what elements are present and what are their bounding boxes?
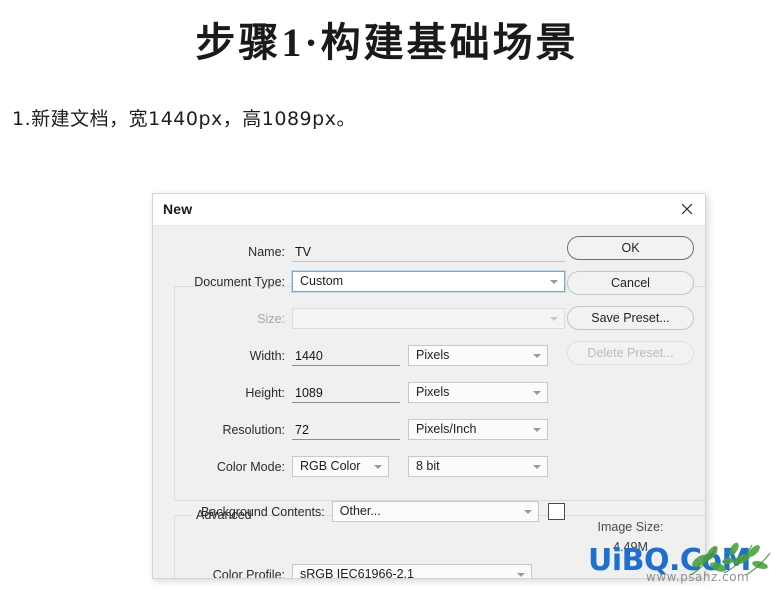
delete-preset-button: Delete Preset... [567,341,694,365]
cancel-button[interactable]: Cancel [567,271,694,295]
chevron-down-icon [533,427,541,432]
leaf-decoration-icon [689,542,771,576]
row-size: Size: [165,304,565,333]
row-color-mode: Color Mode: RGB Color 8 bit [165,452,565,481]
document-type-select[interactable]: Custom [292,271,565,292]
name-input[interactable]: TV [292,242,565,262]
color-depth-value: 8 bit [416,459,440,473]
row-resolution: Resolution: 72 Pixels/Inch [165,415,565,444]
size-select [292,308,565,329]
chevron-down-icon [524,509,532,514]
color-profile-select[interactable]: sRGB IEC61966-2.1 [292,564,532,579]
chevron-down-icon [533,353,541,358]
chevron-down-icon [550,279,558,284]
height-unit-value: Pixels [416,385,450,399]
resolution-unit-select[interactable]: Pixels/Inch [408,419,548,440]
color-mode-value: RGB Color [300,459,361,473]
color-profile-value: sRGB IEC61966-2.1 [300,567,414,579]
close-icon[interactable] [678,200,696,218]
background-contents-select[interactable]: Other... [331,501,539,522]
dialog-body: Advanced Name: TV Document Type: Custom … [153,226,705,578]
row-height: Height: 1089 Pixels [165,378,565,407]
resolution-input[interactable]: 72 [292,420,400,440]
chevron-down-icon [550,316,558,321]
image-size-label: Image Size: [597,520,664,534]
name-label: Name: [248,244,285,259]
row-color-profile: Color Profile: sRGB IEC61966-2.1 [165,560,565,579]
background-contents-value: Other... [339,504,381,518]
height-unit-select[interactable]: Pixels [408,382,548,403]
width-unit-value: Pixels [416,348,450,362]
width-input[interactable]: 1440 [292,346,400,366]
row-document-type: Document Type: Custom [165,267,565,296]
form-column: Name: TV Document Type: Custom Size: Wid… [165,226,565,579]
chevron-down-icon [517,572,525,577]
button-column: OK Cancel Save Preset... Delete Preset..… [567,236,694,376]
ok-button[interactable]: OK [567,236,694,260]
step-instruction: 1.新建文档，宽1440px，高1089px。 [12,108,356,130]
dialog-titlebar: New [153,194,705,226]
color-depth-select[interactable]: 8 bit [408,456,548,477]
resolution-label: Resolution: [222,422,285,437]
page-title: 步骤1·构建基础场景 [195,20,579,65]
new-document-dialog: New Advanced Name: TV Document Type: Cus… [152,193,706,579]
row-width: Width: 1440 Pixels [165,341,565,370]
row-background-contents: Background Contents: Other... [165,497,565,526]
chevron-down-icon [533,390,541,395]
document-type-label: Document Type: [194,274,285,289]
resolution-unit-value: Pixels/Inch [416,422,477,436]
chevron-down-icon [374,464,382,469]
width-label: Width: [249,348,285,363]
height-input[interactable]: 1089 [292,383,400,403]
chevron-down-icon [533,464,541,469]
color-profile-label: Color Profile: [212,567,285,579]
height-label: Height: [245,385,285,400]
watermark: UiBQ.CoM www.psahz.com [588,542,774,590]
background-color-swatch[interactable] [548,503,565,520]
dialog-title: New [163,201,193,217]
background-contents-label: Background Contents: [201,504,325,519]
color-mode-label: Color Mode: [216,459,285,474]
size-label: Size: [257,311,285,326]
row-name: Name: TV [165,237,565,266]
save-preset-button[interactable]: Save Preset... [567,306,694,330]
document-type-value: Custom [300,274,344,288]
color-mode-select[interactable]: RGB Color [292,456,389,477]
width-unit-select[interactable]: Pixels [408,345,548,366]
